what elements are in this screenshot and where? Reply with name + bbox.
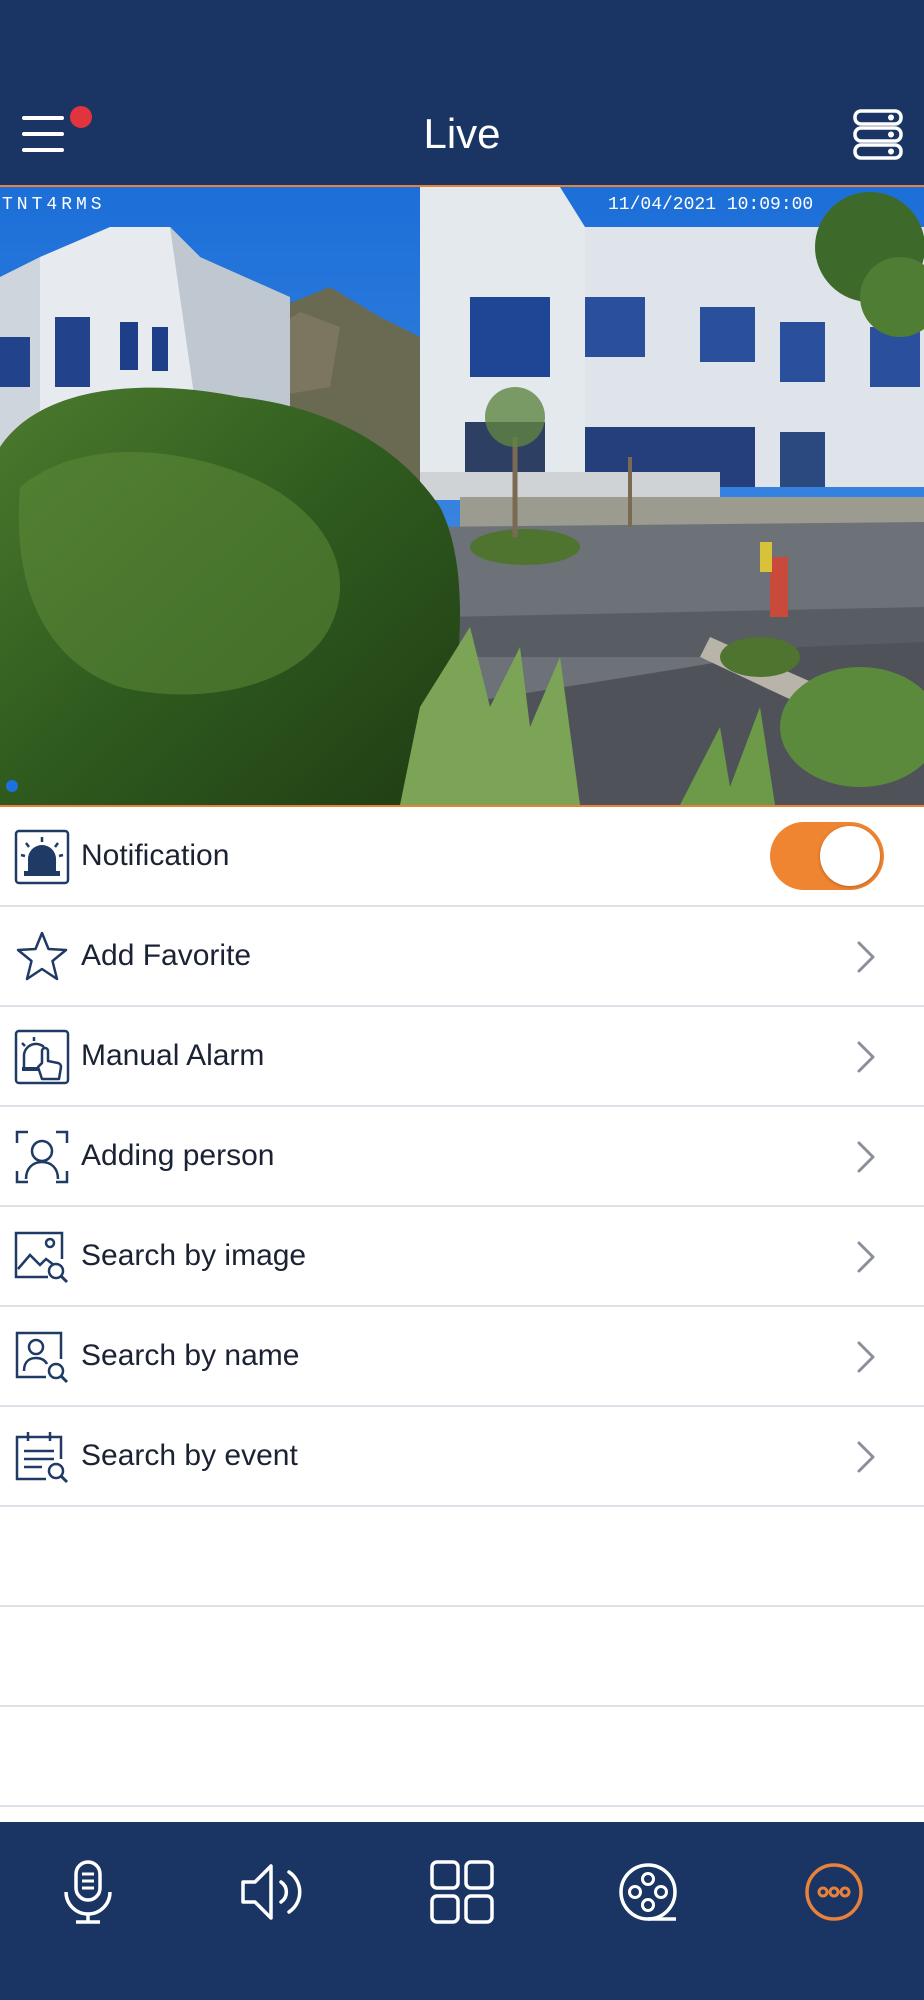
list-item-manual-alarm[interactable]: Manual Alarm bbox=[0, 1007, 924, 1107]
chevron-right-icon bbox=[857, 1341, 875, 1373]
nvr-device-icon bbox=[853, 109, 903, 160]
adding-person-label: Adding person bbox=[81, 1139, 275, 1172]
more-options-icon bbox=[805, 1863, 863, 1921]
camera-name-overlay: TNT4RMS bbox=[2, 195, 106, 215]
empty-row bbox=[0, 1607, 924, 1707]
top-app-bar: Live bbox=[0, 0, 924, 187]
empty-row bbox=[0, 1707, 924, 1807]
siren-icon bbox=[14, 829, 70, 885]
list-item-notification[interactable]: Notification bbox=[0, 807, 924, 907]
list-item-search-by-image[interactable]: Search by image bbox=[0, 1207, 924, 1307]
chevron-right-icon bbox=[857, 1241, 875, 1273]
audio-button[interactable] bbox=[233, 1852, 313, 1932]
face-scan-icon bbox=[15, 1130, 69, 1184]
empty-row bbox=[0, 1507, 924, 1607]
toggle-knob bbox=[820, 826, 880, 886]
list-item-search-by-event[interactable]: Search by event bbox=[0, 1407, 924, 1507]
talk-button[interactable] bbox=[48, 1852, 128, 1932]
notification-toggle[interactable] bbox=[770, 822, 884, 890]
camera-feed-image: TNT4RMS 11/04/2021 10:09:00 bbox=[0, 187, 924, 805]
microphone-icon bbox=[64, 1860, 112, 1924]
page-indicator-dot bbox=[6, 780, 18, 792]
playback-reel-icon bbox=[619, 1863, 677, 1921]
add-favorite-label: Add Favorite bbox=[81, 939, 252, 972]
search-by-name-label: Search by name bbox=[81, 1339, 300, 1372]
manual-alarm-label: Manual Alarm bbox=[81, 1039, 265, 1072]
speaker-icon bbox=[241, 1864, 302, 1920]
notification-label: Notification bbox=[81, 839, 230, 872]
event-search-icon bbox=[15, 1432, 69, 1484]
layout-button[interactable] bbox=[422, 1852, 502, 1932]
grid-layout-icon bbox=[430, 1860, 494, 1924]
page-title: Live bbox=[423, 110, 501, 157]
list-item-adding-person[interactable]: Adding person bbox=[0, 1107, 924, 1207]
image-search-icon bbox=[14, 1231, 69, 1284]
list-item-add-favorite[interactable]: Add Favorite bbox=[0, 907, 924, 1007]
playback-button[interactable] bbox=[608, 1852, 688, 1932]
live-video-view[interactable]: TNT4RMS 11/04/2021 10:09:00 bbox=[0, 187, 924, 807]
timestamp-overlay: 11/04/2021 10:09:00 bbox=[608, 195, 813, 215]
chevron-right-icon bbox=[857, 1441, 875, 1473]
chevron-right-icon bbox=[857, 1041, 875, 1073]
chevron-right-icon bbox=[857, 941, 875, 973]
person-search-icon bbox=[15, 1331, 69, 1384]
search-by-event-label: Search by event bbox=[81, 1439, 298, 1472]
more-options-button[interactable] bbox=[794, 1852, 874, 1932]
star-icon bbox=[16, 931, 68, 981]
search-by-image-label: Search by image bbox=[81, 1239, 307, 1272]
bottom-toolbar bbox=[0, 1822, 924, 2000]
live-options-list: Notification Add Favorite Manual Alarm A bbox=[0, 807, 924, 1807]
manual-alarm-icon bbox=[14, 1029, 70, 1085]
list-item-search-by-name[interactable]: Search by name bbox=[0, 1307, 924, 1407]
device-list-button[interactable] bbox=[852, 108, 904, 160]
chevron-right-icon bbox=[857, 1141, 875, 1173]
